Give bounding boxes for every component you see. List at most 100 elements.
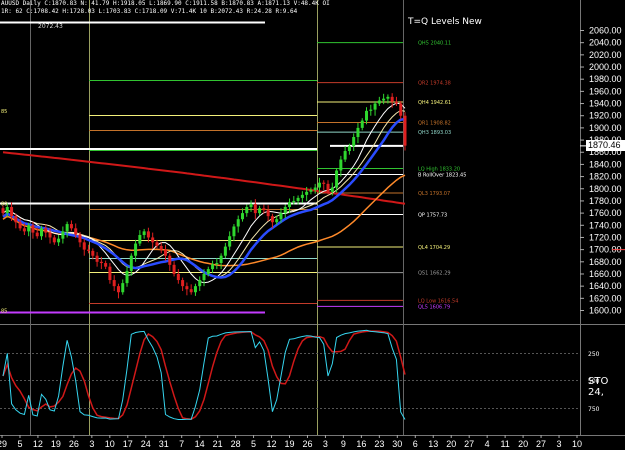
osc-axis-label: 750 bbox=[588, 406, 600, 413]
candle-body bbox=[10, 207, 14, 217]
candle-body bbox=[121, 283, 125, 293]
candle-body bbox=[95, 255, 99, 262]
candle-body bbox=[142, 231, 146, 236]
price-tick-label: 1660.00 bbox=[589, 269, 622, 279]
time-tick-label: 26 bbox=[302, 439, 312, 449]
candle-body bbox=[74, 228, 78, 235]
price-tick-label: 2000.00 bbox=[589, 62, 622, 72]
candle-body bbox=[313, 187, 317, 190]
candle-body bbox=[14, 216, 18, 223]
time-tick-label: 5 bbox=[17, 439, 22, 449]
level-label: QL4 1704.29 bbox=[418, 245, 450, 251]
candle-body bbox=[146, 231, 150, 238]
candle-body bbox=[31, 225, 35, 233]
time-tick-label: 19 bbox=[51, 439, 61, 449]
candle-body bbox=[373, 103, 377, 110]
candle-body bbox=[22, 228, 26, 232]
candle-body bbox=[18, 222, 22, 229]
price-tick-label: 1740.00 bbox=[589, 220, 622, 230]
candle-body bbox=[394, 101, 398, 104]
grid-lines bbox=[0, 0, 625, 436]
price-tick-label: 1620.00 bbox=[589, 293, 622, 303]
candle-body bbox=[52, 237, 56, 243]
price-tick-label: 1640.00 bbox=[589, 281, 622, 291]
candle-body bbox=[228, 236, 232, 247]
price-tick-label: 1720.00 bbox=[589, 232, 622, 242]
price-tick-label: 1900.00 bbox=[589, 123, 622, 133]
time-tick-label: 21 bbox=[213, 439, 223, 449]
candle-body bbox=[275, 219, 279, 223]
candle-body bbox=[104, 263, 108, 267]
candle-body bbox=[27, 225, 31, 232]
candle-body bbox=[176, 273, 180, 281]
candle-body bbox=[339, 159, 343, 171]
time-tick-label: 17 bbox=[123, 439, 133, 449]
left-edge-label: 80 bbox=[1, 201, 7, 207]
price-tick-label: 1840.00 bbox=[589, 159, 622, 169]
level-label: QP 1757.73 bbox=[418, 212, 447, 218]
price-tick-label: 2020.00 bbox=[589, 50, 622, 60]
candle-body bbox=[91, 250, 95, 256]
candle-body bbox=[44, 228, 48, 233]
price-tick-label: 1980.00 bbox=[589, 74, 622, 84]
top-left-label: 2072.43 bbox=[38, 23, 63, 30]
sto-label: STO 24, bbox=[588, 376, 625, 398]
candle-body bbox=[181, 280, 185, 287]
level-label: QR1 1908.82 bbox=[418, 121, 451, 127]
candle-body bbox=[65, 224, 69, 232]
price-tick-label: 1680.00 bbox=[589, 257, 622, 267]
candle-body bbox=[390, 96, 394, 102]
level-label: B RollOver 1823.45 bbox=[418, 172, 466, 178]
time-tick-label: 28 bbox=[231, 439, 241, 449]
candle-body bbox=[330, 187, 334, 192]
candle-body bbox=[134, 243, 138, 256]
candle-body bbox=[164, 249, 168, 256]
candle-body bbox=[223, 246, 227, 256]
price-tick-label: 1960.00 bbox=[589, 86, 622, 96]
time-tick-label: 3 bbox=[89, 439, 94, 449]
candle-body bbox=[317, 182, 321, 188]
time-tick-label: 31 bbox=[159, 439, 169, 449]
time-tick-label: 3 bbox=[323, 439, 328, 449]
price-tick-label: 1760.00 bbox=[589, 208, 622, 218]
candle-body bbox=[151, 237, 155, 243]
level-label: QL5 1606.79 bbox=[418, 304, 450, 310]
candle-body bbox=[35, 232, 39, 237]
candle-body bbox=[356, 127, 360, 138]
candle-body bbox=[249, 203, 253, 208]
sto-name: STO bbox=[588, 376, 609, 387]
candle-body bbox=[386, 96, 390, 99]
time-tick-label: 16 bbox=[356, 439, 366, 449]
candle-body bbox=[347, 146, 351, 152]
candle-body bbox=[189, 289, 193, 293]
price-tick-label: 1920.00 bbox=[589, 111, 622, 121]
time-tick-label: 20 bbox=[518, 439, 528, 449]
candle-body bbox=[87, 249, 91, 251]
candle-body bbox=[305, 191, 309, 195]
price-tick-label: 1800.00 bbox=[589, 184, 622, 194]
price-tick-label: 2060.00 bbox=[589, 26, 622, 36]
candle-body bbox=[377, 100, 381, 104]
candle-body bbox=[292, 200, 296, 203]
price-tick-label: 1940.00 bbox=[589, 99, 622, 109]
candle-body bbox=[202, 273, 206, 281]
ma-cream bbox=[2, 109, 406, 278]
time-tick-label: 26 bbox=[69, 439, 79, 449]
time-tick-label: 29 bbox=[0, 439, 7, 449]
level-label: QS1 1662.29 bbox=[418, 271, 451, 277]
candle-body bbox=[108, 266, 112, 281]
time-tick-label: 30 bbox=[392, 439, 402, 449]
candle-body bbox=[283, 207, 287, 214]
price-tick-label: 1780.00 bbox=[589, 196, 622, 206]
time-tick-label: 4 bbox=[485, 439, 490, 449]
candle-body bbox=[369, 109, 373, 111]
candle-body bbox=[296, 197, 300, 201]
current-price-tag: 1870.46 bbox=[586, 140, 625, 151]
sto-d-line bbox=[2, 330, 406, 420]
left-edge-label: 85 bbox=[1, 309, 7, 315]
candle-body bbox=[48, 232, 52, 238]
candle-body bbox=[138, 235, 142, 244]
ma-blue bbox=[2, 117, 406, 279]
price-chart[interactable]: QH5 2040.11 QR2 1974.38 QH4 1942.61 QR1 190… bbox=[0, 0, 625, 450]
time-tick-label: 9 bbox=[341, 439, 346, 449]
